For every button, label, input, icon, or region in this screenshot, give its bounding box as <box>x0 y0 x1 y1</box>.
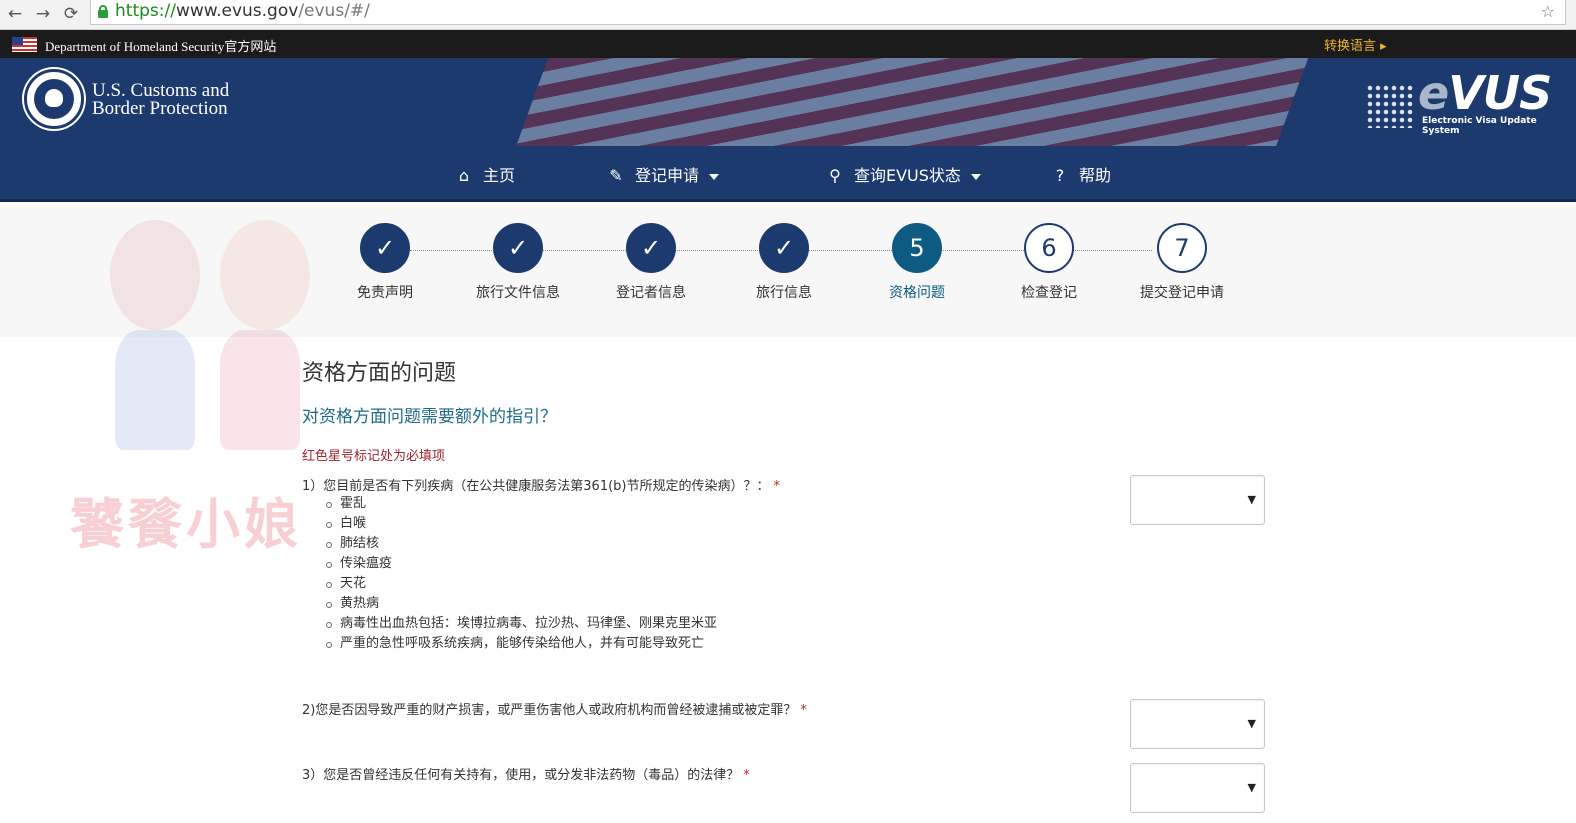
evus-logo[interactable]: eVUS Electronic Visa Update System <box>1366 66 1552 140</box>
evus-wordmark: eVUS <box>1418 66 1552 120</box>
help-icon: ? <box>1055 166 1065 185</box>
disease-list: 霍乱 白喉 肺结核 传染瘟疫 天花 黄热病 病毒性出血热包括：埃博拉病毒、拉沙热… <box>324 494 717 654</box>
evus-subtitle: Electronic Visa Update System <box>1422 116 1537 136</box>
list-item: 黄热病 <box>324 594 717 614</box>
edit-icon: ✎ <box>609 166 623 185</box>
step-check-icon: ✓ <box>626 223 676 273</box>
select-arrow-icon: ▼ <box>1247 781 1256 794</box>
list-item: 霍乱 <box>324 494 717 514</box>
step-label: 检查登记 <box>1021 285 1077 301</box>
nav-check-status[interactable]: ⚲ 查询EVUS状态 <box>826 162 981 186</box>
step-check-icon: ✓ <box>759 223 809 273</box>
step-travel-documents[interactable]: ✓ 旅行文件信息 <box>458 223 578 302</box>
search-icon: ⚲ <box>829 166 841 185</box>
dhs-seal-logo[interactable] <box>24 69 84 129</box>
reload-icon[interactable]: ⟳ <box>60 3 82 25</box>
back-icon[interactable]: ← <box>4 3 26 25</box>
list-item: 肺结核 <box>324 534 717 554</box>
nav-help[interactable]: ? 帮助 <box>1051 162 1111 186</box>
url-text: https://www.evus.gov/evus/#/ <box>115 1 370 21</box>
watermark-text: 饕餮小娘 <box>70 493 302 556</box>
step-review: 6 检查登记 <box>989 223 1109 302</box>
address-bar[interactable]: https://www.evus.gov/evus/#/ ☆ <box>90 0 1566 25</box>
dhs-strip: Department of Homeland Security官方网站 转换语言… <box>0 30 1576 88</box>
question-3-select[interactable]: ▼ <box>1130 763 1265 813</box>
question-2: 2)您是否因导致严重的财产损害，或严重伤害他人或政府机构而曾经被逮捕或被定罪？ * <box>302 703 807 718</box>
page-title: 资格方面的问题 <box>302 361 457 386</box>
step-disclaimer[interactable]: ✓ 免责声明 <box>325 223 445 302</box>
step-eligibility[interactable]: 5 资格问题 <box>857 223 977 302</box>
guidance-link[interactable]: 对资格方面问题需要额外的指引？ <box>302 402 557 427</box>
agency-name[interactable]: U.S. Customs and Border Protection <box>92 81 229 118</box>
home-icon: ⌂ <box>458 166 470 185</box>
progress-stepper: ✓ 免责声明 ✓ 旅行文件信息 ✓ 登记者信息 ✓ 旅行信息 5 资格问题 6 … <box>0 205 1576 337</box>
step-enrollee-info[interactable]: ✓ 登记者信息 <box>591 223 711 302</box>
main-nav: ⌂ 主页 ✎ 登记申请 ⚲ 查询EVUS状态 ? 帮助 <box>0 146 1576 202</box>
list-item: 天花 <box>324 574 717 594</box>
flag-banner-image <box>508 58 1312 146</box>
list-item: 白喉 <box>324 514 717 534</box>
required-note: 红色星号标记处为必填项 <box>302 449 446 464</box>
required-star: * <box>800 703 807 718</box>
browser-toolbar: ← → ⟳ https://www.evus.gov/evus/#/ ☆ <box>0 0 1576 30</box>
list-item: 传染瘟疫 <box>324 554 717 574</box>
step-travel-info[interactable]: ✓ 旅行信息 <box>724 223 844 302</box>
us-flag-icon <box>12 37 37 52</box>
lock-icon <box>98 5 108 18</box>
step-label: 资格问题 <box>889 285 945 301</box>
step-check-icon: ✓ <box>493 223 543 273</box>
step-submit: 7 提交登记申请 <box>1122 223 1242 302</box>
list-item: 严重的急性呼吸系统疾病，能够传染给他人，并有可能导致死亡 <box>324 634 717 654</box>
step-label: 免责声明 <box>357 285 413 301</box>
site-header: U.S. Customs and Border Protection eVUS … <box>0 58 1576 146</box>
list-item: 病毒性出血热包括：埃博拉病毒、拉沙热、玛律堡、刚果克里米亚 <box>324 614 717 634</box>
dhs-link[interactable]: Department of Homeland Security官方网站 <box>45 36 276 55</box>
question-1-select[interactable]: ▼ <box>1130 475 1265 525</box>
chevron-down-icon <box>970 173 981 180</box>
evus-globe-icon <box>1366 84 1414 128</box>
select-arrow-icon: ▼ <box>1247 493 1256 506</box>
step-label: 旅行信息 <box>756 285 812 301</box>
question-3: 3）您是否曾经违反任何有关持有，使用，或分发非法药物（毒品）的法律？ * <box>302 768 750 783</box>
step-number: 7 <box>1157 223 1207 273</box>
step-check-icon: ✓ <box>360 223 410 273</box>
step-label: 登记者信息 <box>616 285 686 301</box>
bookmark-star-icon[interactable]: ☆ <box>1541 2 1555 21</box>
question-1: 1）您目前是否有下列疾病（在公共健康服务法第361(b)节所规定的传染病）？： * <box>302 479 780 494</box>
nav-home[interactable]: ⌂ 主页 <box>455 162 515 186</box>
required-star: * <box>743 768 750 783</box>
required-star: * <box>773 479 780 494</box>
chevron-down-icon <box>709 173 720 180</box>
nav-enroll[interactable]: ✎ 登记申请 <box>607 162 720 186</box>
question-2-select[interactable]: ▼ <box>1130 699 1265 749</box>
step-label: 提交登记申请 <box>1140 285 1224 301</box>
forward-icon[interactable]: → <box>32 3 54 25</box>
step-number: 6 <box>1024 223 1074 273</box>
step-number: 5 <box>892 223 942 273</box>
select-arrow-icon: ▼ <box>1247 717 1256 730</box>
switch-language-link[interactable]: 转换语言 ▸ <box>1324 35 1387 54</box>
step-label: 旅行文件信息 <box>476 285 560 301</box>
